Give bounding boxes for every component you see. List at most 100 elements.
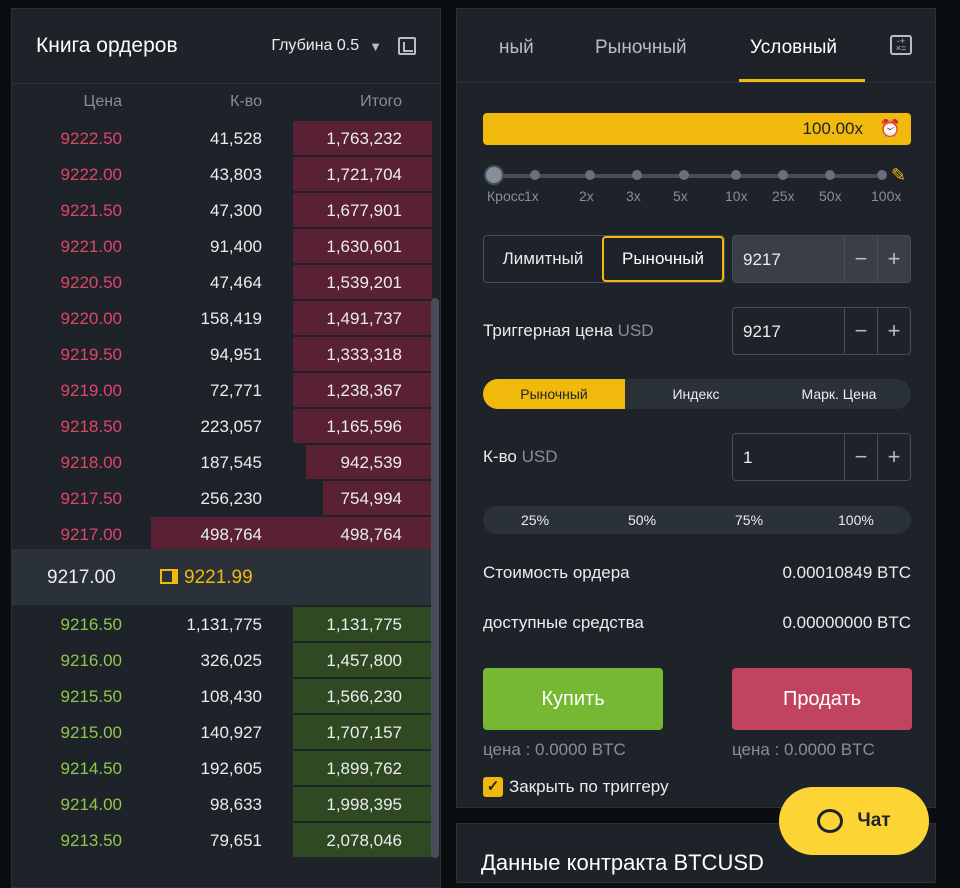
price-type-limit[interactable]: Лимитный xyxy=(484,236,602,282)
ask-row[interactable]: 9217.00 498,764 498,764 xyxy=(12,517,432,553)
buy-button[interactable]: Купить xyxy=(483,668,663,730)
scrollbar[interactable] xyxy=(431,298,439,858)
total: 754,994 xyxy=(340,489,402,508)
bid-row[interactable]: 9213.50 79,651 2,078,046 xyxy=(12,823,432,859)
edit-icon[interactable]: ✎ xyxy=(891,165,906,186)
leverage-tick[interactable] xyxy=(731,170,741,180)
buy-cost: цена : 0.0000 BTC xyxy=(483,740,626,759)
price-stepper: 9217 − + xyxy=(732,235,911,283)
sell-button[interactable]: Продать xyxy=(732,668,912,730)
leverage-level-label[interactable]: Кросс xyxy=(487,188,525,204)
bid-row[interactable]: 9216.50 1,131,775 1,131,775 xyxy=(12,607,432,643)
qty: 98,633 xyxy=(210,795,262,814)
price: 9219.00 xyxy=(60,381,122,400)
leverage-level-label[interactable]: 2x xyxy=(579,188,594,204)
leverage-tick[interactable] xyxy=(530,170,540,180)
qty: 223,057 xyxy=(200,417,262,436)
ask-row[interactable]: 9222.50 41,528 1,763,232 xyxy=(12,121,432,157)
alarm-icon[interactable]: ⏰ xyxy=(880,119,901,139)
total: 1,333,318 xyxy=(326,345,402,364)
leverage-level-label[interactable]: 3x xyxy=(626,188,641,204)
trigger-price-input[interactable]: 9217 xyxy=(733,308,844,354)
price: 9214.00 xyxy=(60,795,122,814)
ask-row[interactable]: 9222.00 43,803 1,721,704 xyxy=(12,157,432,193)
leverage-level-label[interactable]: 100x xyxy=(871,188,901,204)
qty: 326,025 xyxy=(200,651,262,670)
tab-conditional[interactable]: Условный xyxy=(750,37,837,59)
total: 1,238,367 xyxy=(326,381,402,400)
trigger-source-mark[interactable]: Марк. Цена xyxy=(767,379,911,409)
bid-row[interactable]: 9216.00 326,025 1,457,800 xyxy=(12,643,432,679)
qty: 498,764 xyxy=(200,525,262,544)
leverage-tick[interactable] xyxy=(585,170,595,180)
available-value: 0.00000000 BTC xyxy=(782,613,911,632)
leverage-slider-knob[interactable] xyxy=(484,165,504,185)
leverage-level-label[interactable]: 50x xyxy=(819,188,842,204)
pct-25[interactable]: 25% xyxy=(521,512,549,528)
leverage-level-label[interactable]: 1x xyxy=(524,188,539,204)
pct-75[interactable]: 75% xyxy=(735,512,763,528)
bid-row[interactable]: 9215.00 140,927 1,707,157 xyxy=(12,715,432,751)
plus-icon[interactable]: + xyxy=(877,236,910,282)
chat-icon xyxy=(817,809,844,833)
ask-row[interactable]: 9218.00 187,545 942,539 xyxy=(12,445,432,481)
price-type-toggle: Лимитный Рыночный xyxy=(483,235,725,283)
qty-input[interactable]: 1 xyxy=(733,434,844,480)
leverage-tick[interactable] xyxy=(877,170,887,180)
minus-icon[interactable]: − xyxy=(844,308,877,354)
leverage-tick[interactable] xyxy=(825,170,835,180)
qty: 187,545 xyxy=(200,453,262,472)
order-book-columns: Цена К-во Итого xyxy=(12,91,432,121)
leverage-bar[interactable]: 100.00x ⏰ xyxy=(483,113,911,145)
ask-row[interactable]: 9217.50 256,230 754,994 xyxy=(12,481,432,517)
bid-row[interactable]: 9215.50 108,430 1,566,230 xyxy=(12,679,432,715)
leverage-level-label[interactable]: 5x xyxy=(673,188,688,204)
tab-limit[interactable]: ный xyxy=(499,37,534,59)
order-book-panel: Книга ордеров Глубина 0.5 ▼ Цена К-во Ит… xyxy=(11,8,441,888)
calculator-icon[interactable]: -+ ×= xyxy=(890,35,912,55)
price-input[interactable]: 9217 xyxy=(733,236,844,282)
price: 9221.50 xyxy=(60,201,122,220)
leverage-level-label[interactable]: 25x xyxy=(772,188,795,204)
bid-row[interactable]: 9214.50 192,605 1,899,762 xyxy=(12,751,432,787)
plus-icon[interactable]: + xyxy=(877,308,910,354)
qty: 192,605 xyxy=(200,759,262,778)
price: 9218.00 xyxy=(60,453,122,472)
ask-row[interactable]: 9221.50 47,300 1,677,901 xyxy=(12,193,432,229)
close-on-trigger-checkbox[interactable]: ✓ xyxy=(483,777,503,797)
col-qty: К-во xyxy=(230,93,262,110)
total: 498,764 xyxy=(340,525,402,544)
pct-100[interactable]: 100% xyxy=(838,512,874,528)
ask-row[interactable]: 9220.00 158,419 1,491,737 xyxy=(12,301,432,337)
expand-icon[interactable] xyxy=(398,37,416,55)
leverage-tick[interactable] xyxy=(679,170,689,180)
order-cost-label: Стоимость ордера xyxy=(483,563,630,582)
price: 9220.00 xyxy=(60,309,122,328)
ask-row[interactable]: 9221.00 91,400 1,630,601 xyxy=(12,229,432,265)
tab-market[interactable]: Рыночный xyxy=(595,37,687,59)
depth-selector[interactable]: Глубина 0.5 xyxy=(271,37,359,55)
minus-icon[interactable]: − xyxy=(844,236,877,282)
plus-icon[interactable]: + xyxy=(877,434,910,480)
chat-button[interactable]: Чат xyxy=(779,787,929,855)
leverage-tick[interactable] xyxy=(778,170,788,180)
ask-row[interactable]: 9219.50 94,951 1,333,318 xyxy=(12,337,432,373)
minus-icon[interactable]: − xyxy=(844,434,877,480)
trigger-source-market[interactable]: Рыночный xyxy=(483,379,625,409)
qty: 79,651 xyxy=(210,831,262,850)
leverage-tick[interactable] xyxy=(632,170,642,180)
bid-row[interactable]: 9214.00 98,633 1,998,395 xyxy=(12,787,432,823)
price: 9215.00 xyxy=(60,723,122,742)
chevron-down-icon[interactable]: ▼ xyxy=(369,39,382,54)
ask-row[interactable]: 9220.50 47,464 1,539,201 xyxy=(12,265,432,301)
contract-info-title: Данные контракта BTCUSD xyxy=(481,850,764,875)
qty: 43,803 xyxy=(210,165,262,184)
price: 9222.00 xyxy=(60,165,122,184)
ask-row[interactable]: 9219.00 72,771 1,238,367 xyxy=(12,373,432,409)
available-label: доступные средства xyxy=(483,613,644,632)
ask-row[interactable]: 9218.50 223,057 1,165,596 xyxy=(12,409,432,445)
trigger-source-index[interactable]: Индекс xyxy=(625,379,767,409)
pct-50[interactable]: 50% xyxy=(628,512,656,528)
price-type-market[interactable]: Рыночный xyxy=(602,236,724,282)
leverage-level-label[interactable]: 10x xyxy=(725,188,748,204)
